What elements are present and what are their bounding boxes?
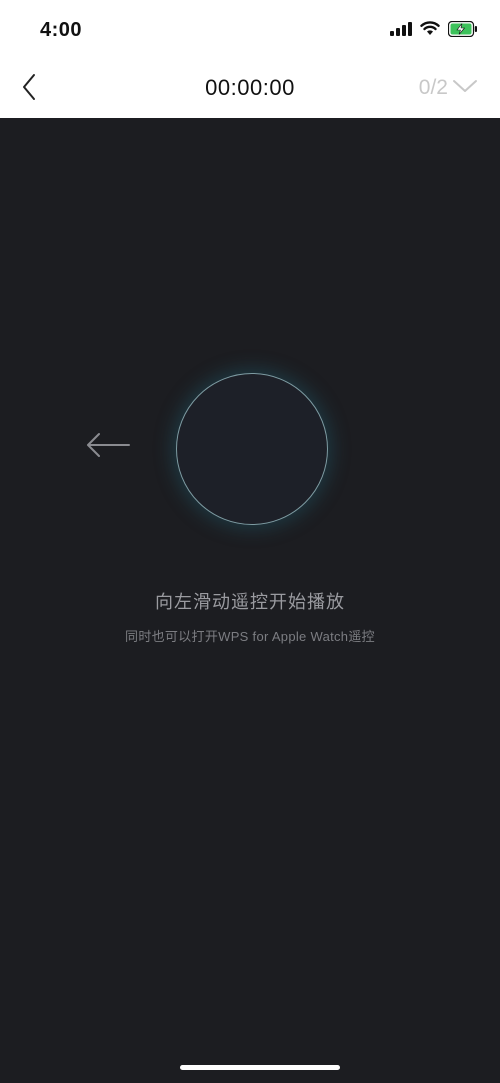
page-indicator-dropdown[interactable]: 0/2	[419, 76, 478, 100]
chevron-down-icon	[452, 78, 478, 99]
swipe-instruction: 向左滑动遥控开始播放	[155, 592, 345, 612]
remote-control-area[interactable]: 向左滑动遥控开始播放 同时也可以打开WPS for Apple Watch遥控	[0, 118, 500, 1083]
status-icons	[390, 20, 478, 42]
top-header: 4:00 00:00:00 0/2	[0, 0, 500, 118]
wifi-icon	[420, 21, 440, 41]
cellular-signal-icon	[390, 21, 412, 41]
swipe-circle[interactable]	[176, 373, 328, 525]
nav-bar: 00:00:00 0/2	[0, 60, 500, 118]
arrow-left-icon	[85, 430, 131, 460]
status-time: 4:00	[40, 19, 83, 41]
home-indicator[interactable]	[180, 1065, 340, 1070]
page-count: 0/2	[418, 76, 448, 99]
apple-watch-hint: 同时也可以打开WPS for Apple Watch遥控	[125, 629, 375, 644]
battery-charging-icon	[447, 20, 478, 42]
